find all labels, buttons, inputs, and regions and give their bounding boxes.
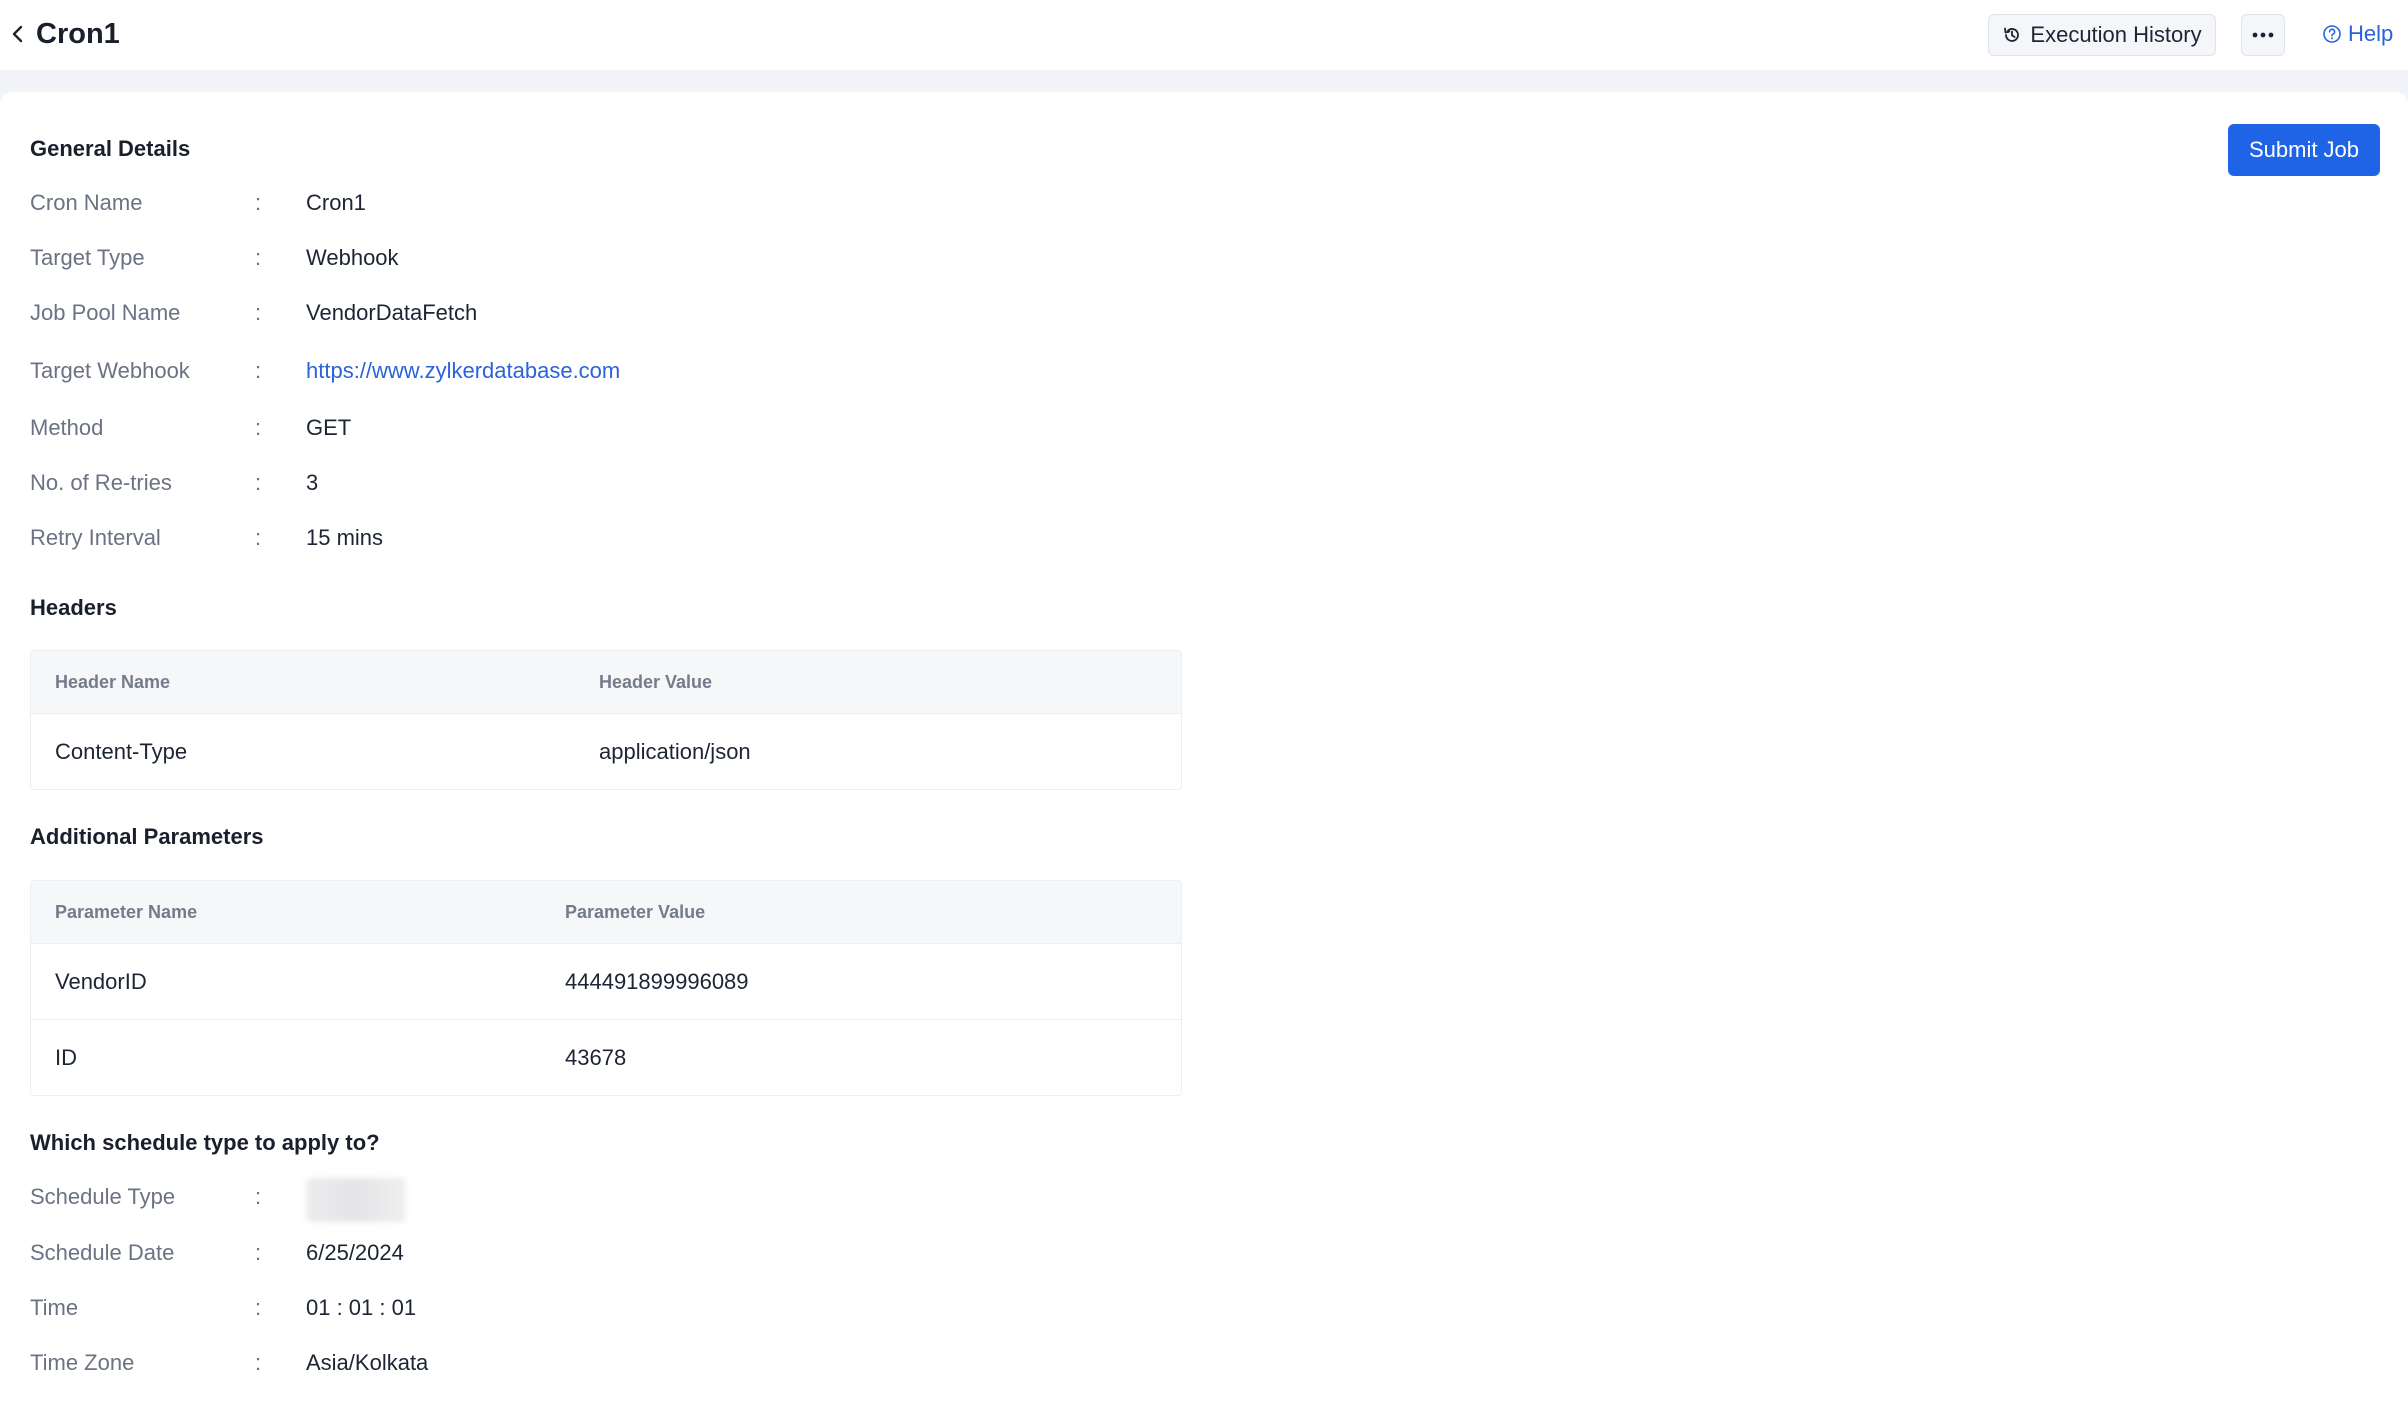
field-label: Target Type <box>30 245 145 270</box>
column-header: Parameter Name <box>55 902 198 922</box>
page-title: Cron1 <box>36 18 120 50</box>
field-value: 3 <box>306 470 319 495</box>
field-value: Asia/Kolkata <box>306 1350 429 1375</box>
table-row: Content-Type application/json <box>31 713 1181 789</box>
field-label: Job Pool Name <box>30 300 181 325</box>
help-circle-icon <box>2323 25 2341 43</box>
field-colon: : <box>255 190 262 215</box>
field-label: Schedule Type <box>30 1184 176 1209</box>
table-cell: 444491899996089 <box>565 969 749 994</box>
additional-parameters-title: Additional Parameters <box>30 824 264 849</box>
field-label: Target Webhook <box>30 358 190 383</box>
field-label: Time <box>30 1295 79 1320</box>
field-value: Cron1 <box>306 190 366 215</box>
general-details-title: General Details <box>30 136 191 161</box>
table-cell: Content-Type <box>55 739 188 764</box>
back-button[interactable] <box>6 20 30 48</box>
field-colon: : <box>255 1350 262 1375</box>
table-header-row: Parameter Name Parameter Value <box>31 881 1181 943</box>
field-colon: : <box>255 415 262 440</box>
field-colon: : <box>255 245 262 270</box>
field-colon: : <box>255 525 262 550</box>
table-cell: 43678 <box>565 1045 627 1070</box>
target-webhook-link[interactable]: https://www.zylkerdatabase.com <box>306 356 620 386</box>
column-header: Parameter Value <box>565 902 706 922</box>
field-value: GET <box>306 415 352 440</box>
execution-history-label: Execution History <box>2030 22 2202 47</box>
redacted-value <box>306 1178 406 1222</box>
parameters-table: Parameter Name Parameter Value VendorID … <box>30 880 1182 1096</box>
field-value: Webhook <box>306 245 399 270</box>
field-colon: : <box>255 1240 262 1265</box>
field-value: 15 mins <box>306 525 384 550</box>
table-header-row: Header Name Header Value <box>31 651 1181 713</box>
table-cell: VendorID <box>55 969 147 994</box>
field-colon: : <box>255 470 262 495</box>
more-options-button[interactable] <box>2241 14 2285 56</box>
headers-title: Headers <box>30 595 117 620</box>
field-colon: : <box>255 300 262 325</box>
table-row: ID 43678 <box>31 1019 1181 1095</box>
field-label: No. of Re-tries <box>30 470 172 495</box>
column-header: Header Value <box>599 672 713 692</box>
field-label: Retry Interval <box>30 525 161 550</box>
field-colon: : <box>255 358 262 383</box>
field-label: Time Zone <box>30 1350 135 1375</box>
ellipsis-icon <box>2252 32 2274 38</box>
table-cell: ID <box>55 1045 77 1070</box>
history-icon <box>2004 27 2020 42</box>
help-label: Help <box>2348 21 2394 46</box>
field-label: Schedule Date <box>30 1240 175 1265</box>
schedule-title: Which schedule type to apply to? <box>30 1130 380 1155</box>
execution-history-button[interactable]: Execution History <box>1988 14 2216 56</box>
table-row: VendorID 444491899996089 <box>31 943 1181 1019</box>
help-link[interactable]: Help <box>2322 16 2393 52</box>
headers-table: Header Name Header Value Content-Type ap… <box>30 650 1182 790</box>
table-cell: application/json <box>599 739 751 764</box>
field-colon: : <box>255 1295 262 1320</box>
field-value: 6/25/2024 <box>306 1240 404 1265</box>
chevron-left-icon <box>12 25 23 43</box>
field-value: 01 : 01 : 01 <box>306 1295 417 1320</box>
field-value: VendorDataFetch <box>306 300 478 325</box>
top-bar: Cron1 Execution History Help <box>0 0 2408 70</box>
field-colon: : <box>255 1184 262 1209</box>
submit-job-button[interactable]: Submit Job <box>2228 124 2380 176</box>
column-header: Header Name <box>55 672 171 692</box>
field-label: Cron Name <box>30 190 143 215</box>
field-label: Method <box>30 415 104 440</box>
